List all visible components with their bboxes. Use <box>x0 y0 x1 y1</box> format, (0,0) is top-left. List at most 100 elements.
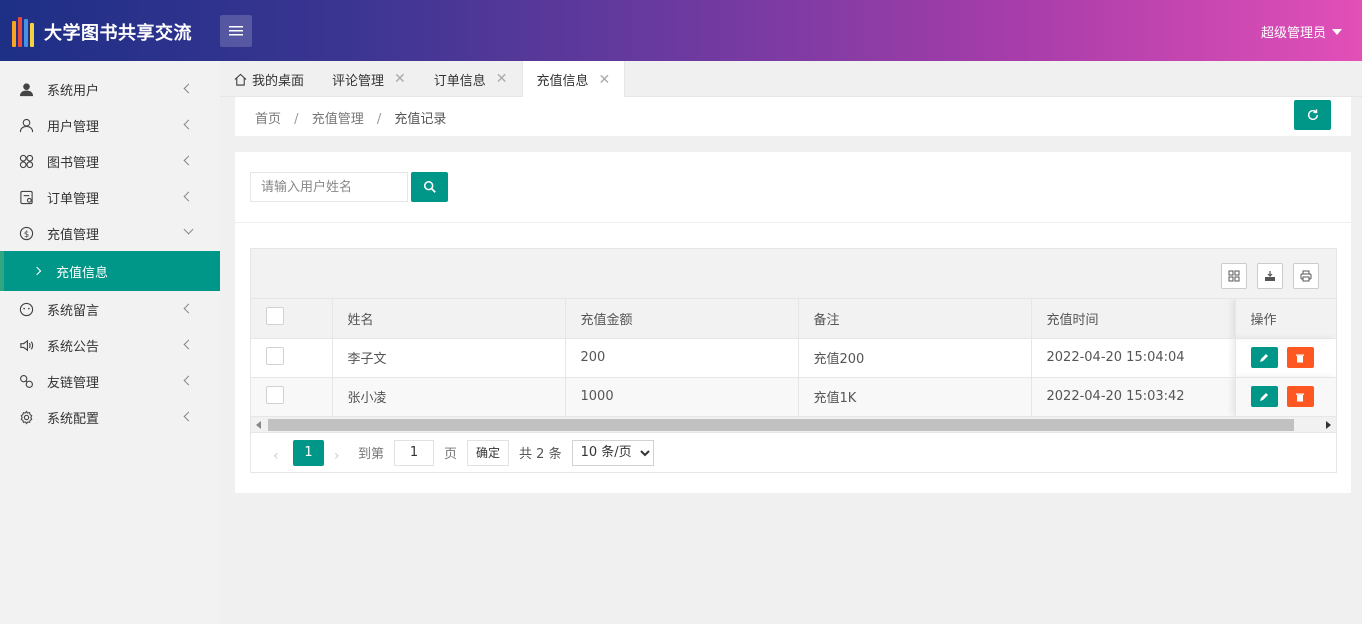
sidebar-item-system-config[interactable]: 系统配置 <box>0 399 220 435</box>
gear-icon <box>18 409 34 425</box>
print-icon <box>1300 270 1312 282</box>
delete-button[interactable] <box>1286 347 1314 368</box>
order-icon <box>18 189 34 205</box>
print-button[interactable] <box>1293 263 1319 289</box>
person-filled-icon <box>18 81 34 97</box>
tab-recharge-info[interactable]: 充值信息 ✕ <box>521 61 626 98</box>
dollar-icon: $ <box>18 225 34 241</box>
chevron-left-icon <box>183 375 194 386</box>
edit-button[interactable] <box>1250 347 1278 368</box>
cell-time: 2022-04-20 15:03:42 <box>1031 377 1236 417</box>
close-icon[interactable]: ✕ <box>394 71 406 87</box>
chevron-down-icon <box>183 224 194 235</box>
books-logo-icon <box>12 17 36 47</box>
chevron-left-icon[interactable]: ‹ <box>273 448 283 464</box>
chevron-left-icon <box>183 155 194 166</box>
user-name: 超级管理员 <box>1260 26 1326 41</box>
tab-label: 我的桌面 <box>252 73 305 89</box>
table: 姓名 充值金额 备注 充值时间 操作 李子文 200 充值200 2022-04… <box>251 299 1336 417</box>
close-icon[interactable]: ✕ <box>599 72 611 88</box>
scroll-right-arrow-icon[interactable] <box>1326 420 1331 429</box>
sidebar-item-system-users[interactable]: 系统用户 <box>0 71 220 107</box>
scroll-left-arrow-icon[interactable] <box>256 420 261 429</box>
sidebar-item-order-management[interactable]: 订单管理 <box>0 179 220 215</box>
goto-confirm-button[interactable]: 确定 <box>467 439 510 466</box>
sidebar-item-user-management[interactable]: 用户管理 <box>0 107 220 143</box>
search-icon <box>423 180 436 193</box>
home-icon <box>234 73 247 86</box>
cell-name: 张小凌 <box>332 377 566 417</box>
face-icon <box>18 301 34 317</box>
search-input[interactable] <box>250 172 408 202</box>
sidebar-item-label: 图书管理 <box>47 155 100 171</box>
row-checkbox[interactable] <box>266 346 284 365</box>
header-name[interactable]: 姓名 <box>332 299 566 339</box>
sidebar: 系统用户 用户管理 图书管理 订单管理 $ 充值管理 充值信息 系统留言 系统公… <box>0 61 220 624</box>
sidebar-item-label: 充值管理 <box>47 227 100 243</box>
header-amount[interactable]: 充值金额 <box>565 299 799 339</box>
top-header: 大学图书共享交流 超级管理员 <box>0 0 1362 61</box>
refresh-button[interactable] <box>1294 100 1331 130</box>
svg-text:$: $ <box>23 228 28 238</box>
table-header-row: 姓名 充值金额 备注 充值时间 操作 <box>251 299 1336 339</box>
sidebar-item-recharge-management[interactable]: $ 充值管理 <box>0 215 220 251</box>
trash-icon <box>1296 354 1304 362</box>
app-title: 大学图书共享交流 <box>44 23 192 44</box>
page-unit-label: 页 <box>444 447 458 462</box>
divider <box>235 222 1351 223</box>
export-icon <box>1265 271 1275 281</box>
grid-icon <box>18 153 34 169</box>
header-note[interactable]: 备注 <box>798 299 1032 339</box>
select-all-checkbox[interactable] <box>266 307 284 326</box>
total-count: 共 2 条 <box>519 447 562 462</box>
chevron-left-icon <box>183 119 194 130</box>
row-checkbox[interactable] <box>266 385 284 404</box>
goto-page-input[interactable] <box>394 439 435 466</box>
goto-label: 到第 <box>358 447 385 462</box>
refresh-icon <box>1307 109 1318 121</box>
cell-ops <box>1235 338 1336 378</box>
scroll-thumb[interactable] <box>268 418 1294 431</box>
horizontal-scrollbar[interactable] <box>251 416 1336 433</box>
link-icon <box>18 373 34 389</box>
sidebar-subitem-recharge-info[interactable]: 充值信息 <box>0 251 220 291</box>
menu-toggle-button[interactable] <box>220 15 252 47</box>
breadcrumb-separator: / <box>376 112 382 127</box>
trash-icon <box>1296 393 1304 401</box>
tab-my-desktop[interactable]: 我的桌面 <box>220 61 318 97</box>
close-icon[interactable]: ✕ <box>496 71 508 87</box>
sidebar-item-book-management[interactable]: 图书管理 <box>0 143 220 179</box>
breadcrumb: 首页 / 充值管理 / 充值记录 <box>255 108 446 127</box>
sidebar-item-label: 系统留言 <box>47 303 100 319</box>
sidebar-item-system-messages[interactable]: 系统留言 <box>0 291 220 327</box>
page-current[interactable]: 1 <box>293 439 324 466</box>
cell-time: 2022-04-20 15:04:04 <box>1031 338 1236 378</box>
search-button[interactable] <box>411 172 448 202</box>
chevron-right-icon[interactable]: › <box>334 448 344 464</box>
row-checkbox-cell <box>251 377 333 417</box>
breadcrumb-level1[interactable]: 充值管理 <box>312 112 364 127</box>
hamburger-icon <box>229 26 243 36</box>
delete-button[interactable] <box>1286 386 1314 407</box>
search-row <box>250 172 448 202</box>
cell-name: 李子文 <box>332 338 566 378</box>
caret-down-icon <box>1332 28 1342 35</box>
sidebar-item-system-announcements[interactable]: 系统公告 <box>0 327 220 363</box>
cell-note: 充值1K <box>798 377 1032 417</box>
page-size-select[interactable]: 10 条/页 <box>571 439 654 466</box>
header-time[interactable]: 充值时间 <box>1031 299 1236 339</box>
sidebar-subitem-label: 充值信息 <box>56 265 109 281</box>
edit-button[interactable] <box>1250 386 1278 407</box>
breadcrumb-bar: 首页 / 充值管理 / 充值记录 <box>235 97 1351 137</box>
columns-filter-button[interactable] <box>1221 263 1247 289</box>
sidebar-item-link-management[interactable]: 友链管理 <box>0 363 220 399</box>
user-menu[interactable]: 超级管理员 <box>1261 22 1342 41</box>
tab-orders[interactable]: 订单信息 ✕ <box>420 61 522 97</box>
sidebar-item-label: 系统配置 <box>47 411 100 427</box>
breadcrumb-home[interactable]: 首页 <box>255 112 281 127</box>
sidebar-item-label: 系统公告 <box>47 339 100 355</box>
tab-comments[interactable]: 评论管理 ✕ <box>318 61 420 97</box>
sidebar-item-label: 友链管理 <box>47 375 100 391</box>
tab-label: 订单信息 <box>433 73 486 89</box>
export-button[interactable] <box>1257 263 1283 289</box>
